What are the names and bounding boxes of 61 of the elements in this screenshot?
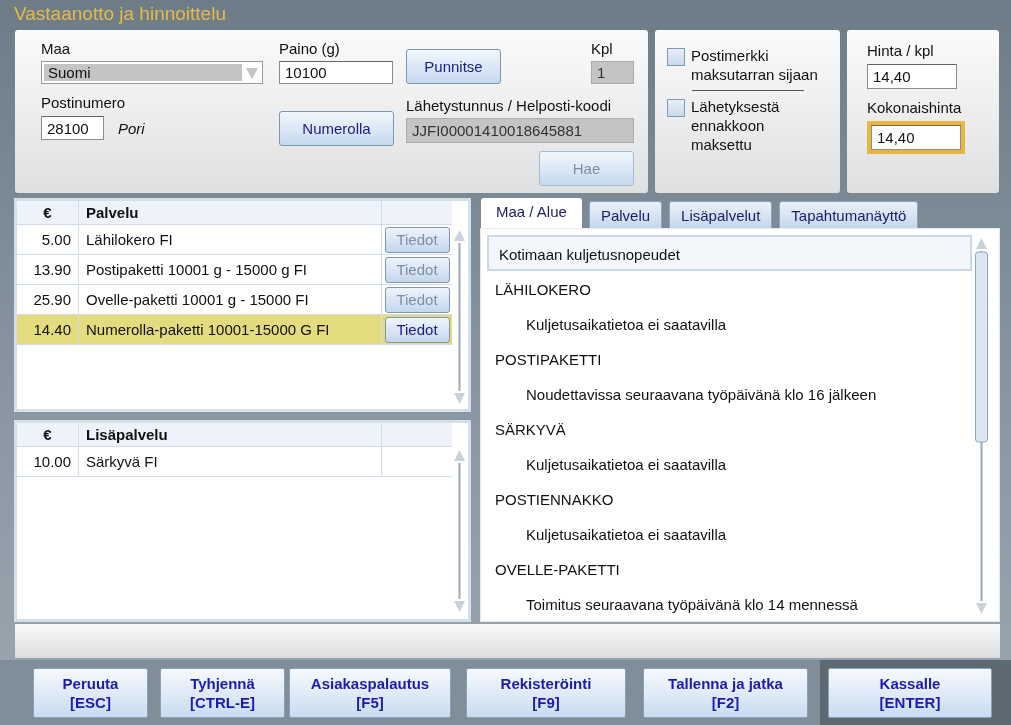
checkbox-label: Lähetyksestä ennakkoon maksettu <box>691 97 781 154</box>
group-detail: Kuljetusaikatietoa ei saatavilla <box>525 455 728 475</box>
scrollbar[interactable] <box>974 235 989 617</box>
tab[interactable]: Maa / Alue <box>481 198 582 228</box>
action-button[interactable]: Tyhjennä [CTRL-E] <box>160 667 285 718</box>
details-button[interactable]: Tiedot <box>384 316 450 343</box>
table-cell: 14.40 <box>17 315 79 344</box>
group-title: SÄRKYVÄ <box>494 420 567 440</box>
group-detail: Toimitus seuraavana työpäivänä klo 14 mennessä <box>525 595 859 615</box>
field-label: Lähetystunnus / Helposti-koodi <box>406 97 612 115</box>
field-label: Paino (g) <box>279 40 340 58</box>
group-detail: Kuljetusaikatietoa ei saatavilla <box>525 525 728 545</box>
tab[interactable]: Lisäpalvelut <box>669 201 773 228</box>
table-cell: 25.90 <box>17 285 79 314</box>
column-header: Palvelu <box>79 201 382 224</box>
table-cell: 13.90 <box>17 255 79 284</box>
field-label: Kokonaishinta <box>867 99 962 117</box>
field-label: Postinumero <box>41 94 126 112</box>
scrollbar[interactable] <box>452 227 467 407</box>
action-button[interactable]: Tallenna ja jatka [F2] <box>643 667 808 718</box>
table-cell: Särkyvä FI <box>79 447 382 476</box>
column-header: € <box>17 201 79 224</box>
tab[interactable]: Palvelu <box>588 201 663 228</box>
checkbox-label: Postimerkki maksutarran sijaan <box>691 46 819 84</box>
group-title: LÄHILOKERO <box>494 280 592 300</box>
table-cell: Ovelle-paketti 10001 g - 15000 FI <box>79 285 382 314</box>
action-button[interactable]: Peruuta [ESC] <box>33 667 148 718</box>
field-label: Kpl <box>591 40 613 58</box>
postal-code-field[interactable]: 28100 <box>41 116 104 140</box>
table-row[interactable]: 14.40 Numerolla-paketti 10001-15000 G FI Tiedot <box>17 315 452 345</box>
numerolla-button[interactable]: Numerolla <box>279 111 394 146</box>
group-detail: Kuljetusaikatietoa ei saatavilla <box>525 315 728 335</box>
weight-field[interactable]: 10100 <box>279 61 393 84</box>
group-title: OVELLE-PAKETTI <box>494 560 621 580</box>
action-button[interactable]: Asiakaspalautus [F5] <box>289 667 451 718</box>
list-header: Kotimaan kuljetusnopeudet <box>487 235 972 271</box>
action-button[interactable]: Kassalle [ENTER] <box>828 667 992 718</box>
group-title: POSTIENNAKKO <box>494 490 615 510</box>
action-button[interactable]: Rekisteröinti [F9] <box>466 667 626 718</box>
unit-price-field[interactable]: 14,40 <box>867 64 957 89</box>
group-detail: Noudettavissa seuraavana työpäivänä klo 16 jälkeen <box>525 385 878 405</box>
table-cell: 10.00 <box>17 447 79 476</box>
city-name: Pori <box>118 119 145 137</box>
weigh-button[interactable]: Punnitse <box>406 49 501 84</box>
checkbox[interactable] <box>667 99 685 117</box>
table-cell: Numerolla-paketti 10001-15000 G FI <box>79 315 382 344</box>
checkbox[interactable] <box>667 48 685 66</box>
group-title: POSTIPAKETTI <box>494 350 603 370</box>
window-title: Vastaanotto ja hinnoittelu <box>13 2 226 26</box>
table-cell: 5.00 <box>17 225 79 254</box>
scrollbar[interactable] <box>452 447 467 615</box>
caret-icon <box>244 65 260 80</box>
field-label: Hinta / kpl <box>867 42 934 60</box>
table-cell: Lähilokero FI <box>79 225 382 254</box>
field-label: Maa <box>41 40 71 58</box>
table-row[interactable]: 10.00 Särkyvä FI <box>17 447 452 477</box>
total-price-field[interactable]: 14,40 <box>871 125 961 150</box>
tab[interactable]: Tapahtumanäyttö <box>779 201 919 228</box>
table-cell: Postipaketti 10001 g - 15000 g FI <box>79 255 382 284</box>
column-header: Lisäpalvelu <box>79 423 382 446</box>
column-header: € <box>17 423 79 446</box>
